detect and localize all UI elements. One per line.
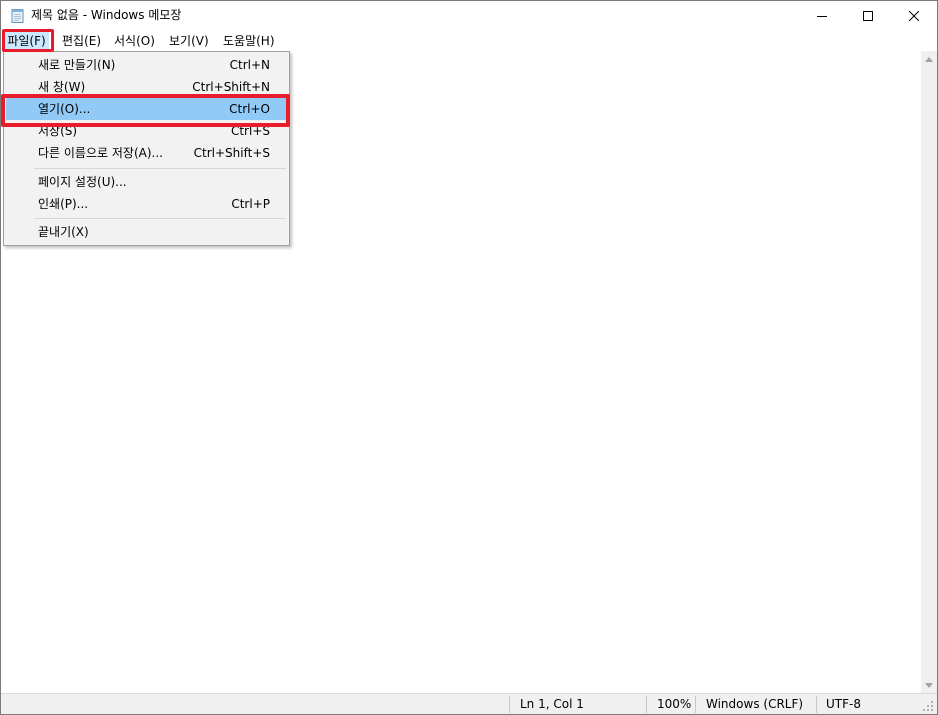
menu-item-new-window[interactable]: 새 창(W) Ctrl+Shift+N xyxy=(6,76,287,98)
status-position: Ln 1, Col 1 xyxy=(520,697,584,711)
status-separator xyxy=(509,696,510,713)
menu-bar: 파일(F) 편집(E) 서식(O) 보기(V) 도움말(H) xyxy=(1,31,937,51)
window-title: 제목 없음 - Windows 메모장 xyxy=(31,8,182,22)
scroll-up-button[interactable] xyxy=(921,51,937,67)
chevron-down-icon xyxy=(925,682,933,688)
menu-help[interactable]: 도움말(H) xyxy=(221,31,277,51)
menu-item-save-as[interactable]: 다른 이름으로 저장(A)... Ctrl+Shift+S xyxy=(6,142,287,164)
menu-item-label: 새로 만들기(N) xyxy=(38,58,116,72)
notepad-icon xyxy=(11,9,24,23)
menu-item-shortcut: Ctrl+Shift+S xyxy=(193,146,270,160)
status-encoding: UTF-8 xyxy=(826,697,861,711)
menu-item-label: 열기(O)... xyxy=(38,102,91,116)
menu-view[interactable]: 보기(V) xyxy=(167,31,211,51)
menu-item-open[interactable]: 열기(O)... Ctrl+O xyxy=(6,98,287,120)
chevron-up-icon xyxy=(925,56,933,62)
menu-file[interactable]: 파일(F) xyxy=(4,31,49,51)
menu-item-shortcut: Ctrl+Shift+N xyxy=(192,80,270,94)
menu-item-new[interactable]: 새로 만들기(N) Ctrl+N xyxy=(6,54,287,76)
status-line-ending: Windows (CRLF) xyxy=(706,697,804,711)
minimize-icon xyxy=(817,16,827,17)
notepad-window: 제목 없음 - Windows 메모장 파일(F) 편집(E) 서식(O) 보기… xyxy=(0,0,938,715)
menu-item-shortcut: Ctrl+S xyxy=(230,124,270,138)
minimize-button[interactable] xyxy=(799,1,845,31)
file-menu-dropdown: 새로 만들기(N) Ctrl+N 새 창(W) Ctrl+Shift+N 열기(… xyxy=(3,51,290,246)
menu-item-label: 저장(S) xyxy=(38,124,78,138)
scroll-down-button[interactable] xyxy=(921,677,937,693)
menu-item-shortcut: Ctrl+N xyxy=(229,58,270,72)
resize-grip-icon[interactable] xyxy=(922,700,934,712)
status-zoom: 100% xyxy=(657,697,692,711)
menu-separator xyxy=(34,168,286,169)
close-button[interactable] xyxy=(891,1,937,31)
menu-item-shortcut: Ctrl+O xyxy=(229,102,270,116)
maximize-icon xyxy=(863,11,873,21)
menu-item-label: 새 창(W) xyxy=(38,80,86,94)
menu-item-label: 인쇄(P)... xyxy=(38,197,89,211)
maximize-button[interactable] xyxy=(845,1,891,31)
vertical-scrollbar[interactable] xyxy=(921,51,937,693)
status-separator xyxy=(816,696,817,713)
menu-separator xyxy=(34,218,286,219)
menu-item-print[interactable]: 인쇄(P)... Ctrl+P xyxy=(6,193,287,215)
title-bar: 제목 없음 - Windows 메모장 xyxy=(1,1,937,31)
menu-item-exit[interactable]: 끝내기(X) xyxy=(6,221,287,243)
close-icon xyxy=(909,11,919,21)
menu-item-label: 끝내기(X) xyxy=(38,225,89,239)
menu-item-page-setup[interactable]: 페이지 설정(U)... xyxy=(6,171,287,193)
menu-edit[interactable]: 편집(E) xyxy=(60,31,103,51)
status-separator xyxy=(695,696,696,713)
status-separator xyxy=(646,696,647,713)
status-bar: Ln 1, Col 1 100% Windows (CRLF) UTF-8 xyxy=(1,693,937,714)
menu-item-shortcut: Ctrl+P xyxy=(231,197,270,211)
menu-item-label: 페이지 설정(U)... xyxy=(38,175,127,189)
menu-format[interactable]: 서식(O) xyxy=(112,31,157,51)
menu-item-save[interactable]: 저장(S) Ctrl+S xyxy=(6,120,287,142)
menu-item-label: 다른 이름으로 저장(A)... xyxy=(38,146,163,160)
